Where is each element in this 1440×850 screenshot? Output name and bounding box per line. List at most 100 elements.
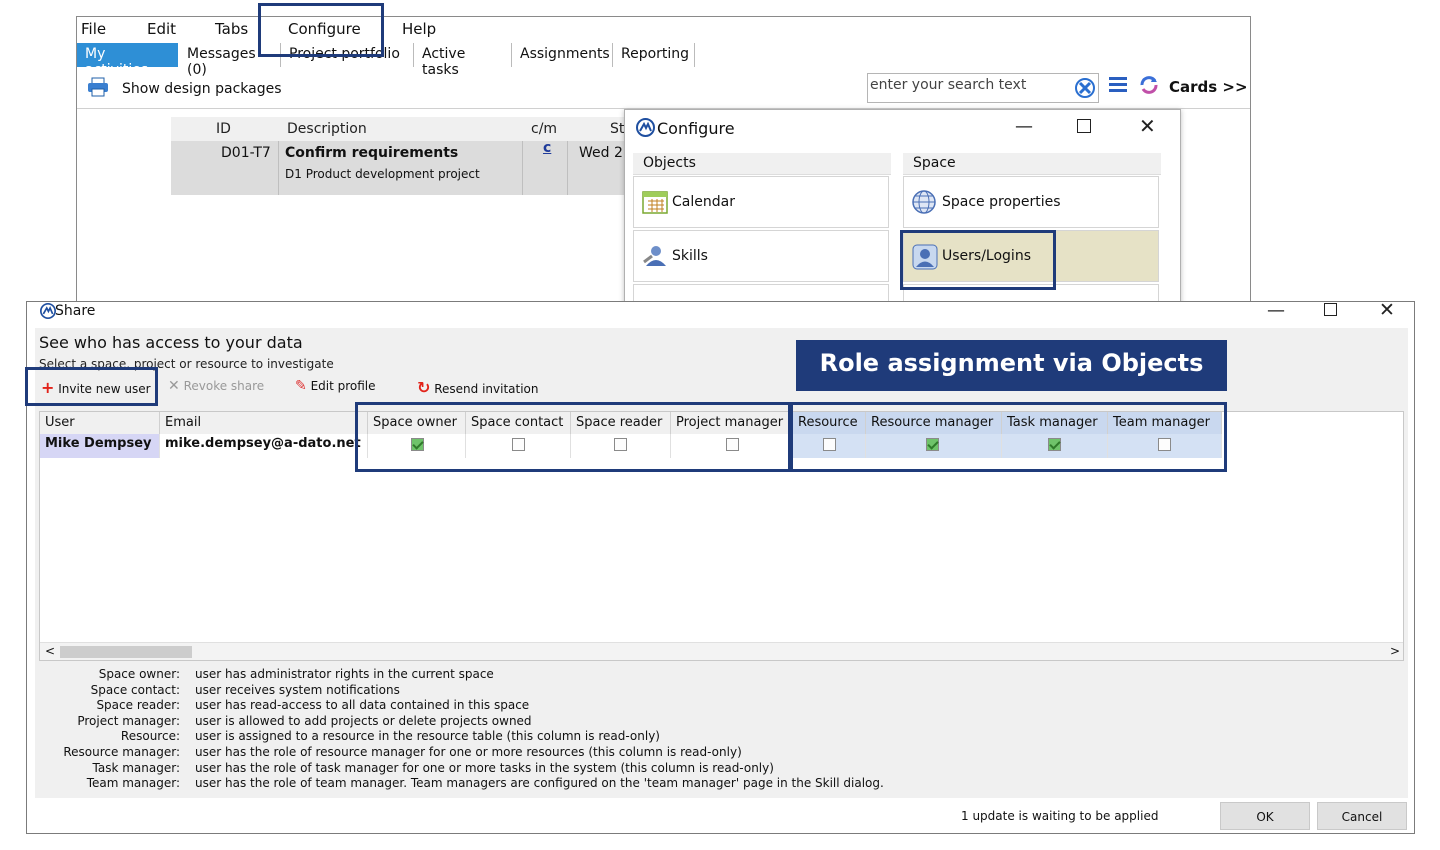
space-reader-checkbox[interactable]	[614, 438, 627, 451]
col-resource[interactable]: Resource	[793, 412, 866, 434]
col-space-contact[interactable]: Space contact	[466, 412, 571, 434]
legend-value: user has read-access to all data contain…	[195, 698, 530, 713]
tile-users-logins[interactable]: Users/Logins	[903, 230, 1159, 282]
cards-link[interactable]: Cards >>	[1169, 78, 1248, 96]
tab-project-portfolio[interactable]: Project portfolio	[281, 43, 414, 67]
grid-header: ID Description c/m St	[171, 117, 631, 141]
maximize-button[interactable]	[1077, 119, 1091, 133]
tab-my-activities[interactable]: My activities	[77, 43, 178, 78]
scrollbar-thumb[interactable]	[60, 646, 192, 658]
list-icon[interactable]	[1108, 75, 1128, 95]
tile-label: Space properties	[942, 194, 1061, 210]
button-label: Revoke share	[183, 379, 265, 393]
tile-space-properties[interactable]: Space properties	[903, 176, 1159, 228]
row-date: Wed 2	[579, 145, 623, 161]
maximize-button[interactable]	[1324, 303, 1337, 316]
tile-label: Users/Logins	[942, 248, 1031, 264]
minimize-button[interactable]: —	[1267, 300, 1285, 321]
legend-key: Resource manager:	[63, 745, 180, 759]
space-owner-checkbox[interactable]	[411, 438, 424, 451]
legend-key: Resource:	[120, 729, 180, 744]
clear-search-icon[interactable]	[1075, 78, 1095, 98]
col-id[interactable]: ID	[216, 121, 231, 137]
tab-messages[interactable]: Messages (0)	[179, 43, 281, 78]
cell-user[interactable]: Mike Dempsey	[40, 434, 160, 458]
resend-invitation-button[interactable]: ↻ Resend invitation	[417, 378, 539, 397]
close-button[interactable]: ✕	[1139, 114, 1156, 138]
show-design-packages[interactable]: Show design packages	[122, 81, 282, 97]
tab-active-tasks[interactable]: Active tasks	[414, 43, 512, 78]
ok-button[interactable]: OK	[1220, 802, 1310, 830]
legend-value: user receives system notifications	[195, 682, 400, 697]
cancel-button[interactable]: Cancel	[1317, 802, 1407, 830]
revoke-share-button[interactable]: ✕ Revoke share	[168, 378, 264, 394]
menu-configure[interactable]: Configure	[288, 20, 361, 38]
row-id: D01-T7	[221, 145, 271, 161]
col-team-manager[interactable]: Team manager	[1108, 412, 1222, 434]
cell-email[interactable]: mike.dempsey@a-dato.net	[160, 434, 368, 458]
col-email[interactable]: Email	[160, 412, 368, 434]
app-logo-icon	[40, 303, 56, 319]
dialog-title: Configure	[657, 119, 735, 138]
cm-marker-icon: c	[543, 140, 552, 156]
invite-new-user-button[interactable]: + Invite new user	[41, 378, 151, 397]
resend-arrow-icon: ↻	[417, 378, 431, 397]
row-subtitle: D1 Product development project	[285, 167, 480, 181]
menu-edit[interactable]: Edit	[147, 20, 176, 38]
col-space-reader[interactable]: Space reader	[571, 412, 671, 434]
close-button[interactable]: ✕	[1379, 299, 1395, 321]
printer-icon[interactable]	[87, 77, 109, 97]
col-task-manager[interactable]: Task manager	[1002, 412, 1108, 434]
tab-assignments[interactable]: Assignments	[512, 43, 613, 67]
scroll-left-icon[interactable]: <	[45, 644, 55, 658]
legend-key: Space contact:	[90, 682, 180, 697]
table-row[interactable]: D01-T7 Confirm requirements D1 Product d…	[171, 140, 631, 195]
tile-skills[interactable]: Skills	[633, 230, 889, 282]
task-manager-checkbox	[1048, 438, 1061, 451]
col-cm[interactable]: c/m	[531, 121, 557, 137]
scroll-right-icon[interactable]: >	[1390, 644, 1400, 658]
space-contact-checkbox[interactable]	[512, 438, 525, 451]
horizontal-scrollbar[interactable]: < >	[40, 642, 1403, 660]
tile-label: Calendar	[672, 194, 735, 210]
edit-profile-button[interactable]: ✎ Edit profile	[295, 378, 376, 394]
toolbar: Show design packages enter your search t…	[77, 69, 1250, 109]
col-user[interactable]: User	[40, 412, 160, 434]
menu-tabs[interactable]: Tabs	[215, 20, 248, 38]
menu-help[interactable]: Help	[402, 20, 436, 38]
objects-section-header[interactable]: Objects	[633, 153, 891, 175]
tab-bar: My activities Messages (0) Project portf…	[77, 42, 1250, 78]
resource-checkbox	[823, 438, 836, 451]
button-label: Edit profile	[310, 379, 376, 393]
legend-row: Resource manager: user has the role of re…	[35, 745, 1335, 761]
col-st[interactable]: St	[610, 121, 624, 137]
team-manager-checkbox[interactable]	[1158, 438, 1171, 451]
plus-icon: +	[41, 378, 55, 397]
minimize-button[interactable]: —	[1015, 116, 1033, 137]
cell-project-manager	[671, 434, 793, 458]
menu-file[interactable]: File	[81, 20, 106, 38]
tile-calendar[interactable]: Calendar	[633, 176, 889, 228]
legend-key: Task manager:	[92, 760, 180, 775]
col-space-owner[interactable]: Space owner	[368, 412, 466, 434]
cell-resource	[793, 434, 866, 458]
legend-row: Resource: user is assigned to a resource …	[35, 729, 1335, 745]
refresh-icon[interactable]	[1138, 74, 1160, 96]
col-project-manager[interactable]: Project manager	[671, 412, 793, 434]
col-resource-manager[interactable]: Resource manager	[866, 412, 1002, 434]
menu-bar: File Edit Tabs Configure Help	[77, 17, 1250, 41]
row-title: Confirm requirements	[285, 145, 459, 161]
resource-manager-checkbox	[926, 438, 939, 451]
tab-reporting[interactable]: Reporting	[613, 43, 695, 67]
legend-row: Team manager: user has the role of team m…	[35, 776, 1335, 792]
search-input[interactable]: enter your search text	[867, 73, 1099, 103]
status-text: 1 update is waiting to be applied	[961, 809, 1159, 823]
project-manager-checkbox[interactable]	[726, 438, 739, 451]
app-logo-icon	[636, 118, 655, 137]
space-section-header[interactable]: Space	[903, 153, 1161, 175]
legend-row: Task manager: user has the role of task m…	[35, 761, 1335, 777]
configure-dialog: Configure — ✕ Objects Space Calendar Ski…	[624, 109, 1181, 309]
share-body: See who has access to your data Select a…	[35, 328, 1408, 798]
cell-team-manager	[1108, 434, 1222, 458]
col-description[interactable]: Description	[287, 121, 367, 137]
